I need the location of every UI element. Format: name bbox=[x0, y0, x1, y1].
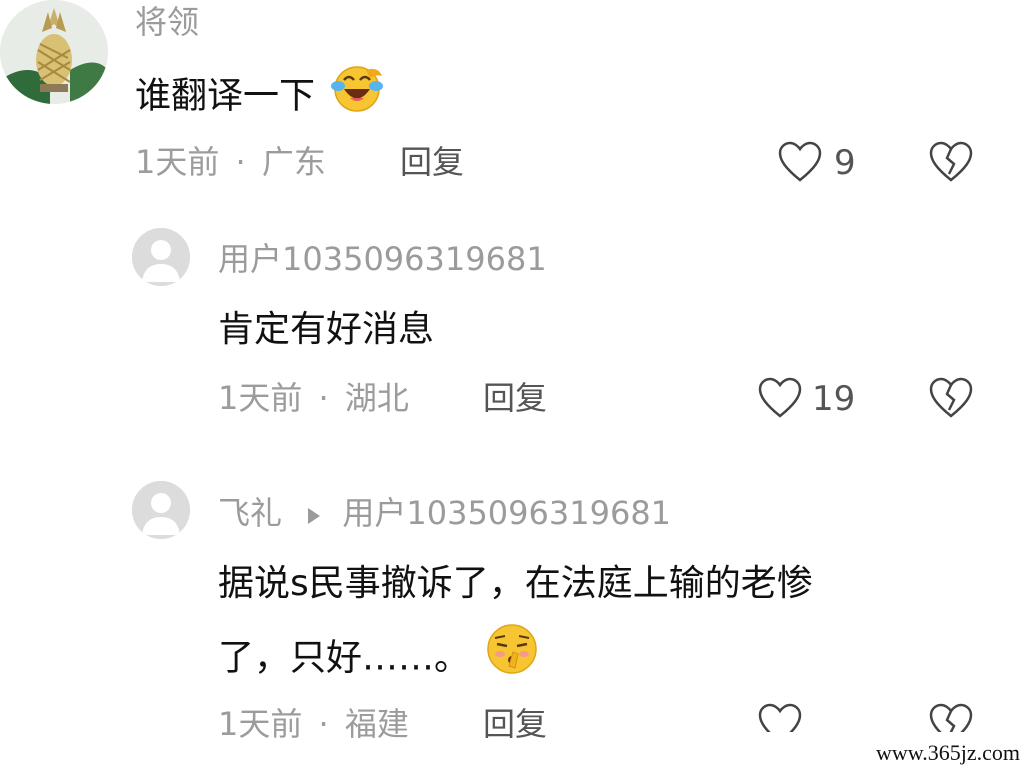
comment-meta: 1天前 · 广东 bbox=[135, 146, 326, 178]
reply-arrow-icon bbox=[306, 499, 322, 531]
comment-text-line2: 了，只好……。 bbox=[218, 624, 541, 683]
reply-button[interactable]: 回复 bbox=[400, 146, 464, 178]
timestamp: 1天前 bbox=[135, 143, 220, 181]
like-button[interactable] bbox=[757, 376, 803, 424]
broken-heart-icon bbox=[929, 377, 973, 418]
location: 福建 bbox=[344, 705, 409, 743]
reply-header: 飞礼 用户1035096319681 bbox=[218, 497, 671, 531]
comment-text-content: 谁翻译一下 bbox=[135, 75, 316, 117]
timestamp: 1天前 bbox=[218, 379, 303, 417]
location: 广东 bbox=[261, 143, 326, 181]
avatar[interactable] bbox=[132, 481, 190, 539]
comment-text: 谁翻译一下 bbox=[135, 66, 386, 119]
like-button[interactable] bbox=[777, 140, 823, 188]
username[interactable]: 用户1035096319681 bbox=[218, 243, 547, 275]
reply-button[interactable]: 回复 bbox=[483, 382, 547, 414]
heart-outline-icon bbox=[778, 141, 822, 182]
separator-dot: · bbox=[235, 143, 246, 181]
comment-meta: 1天前 · 福建 bbox=[218, 708, 409, 740]
shushing-emoji-icon bbox=[483, 622, 541, 683]
pineapple-avatar-image bbox=[0, 0, 108, 104]
timestamp: 1天前 bbox=[218, 705, 303, 743]
broken-heart-icon bbox=[929, 703, 973, 732]
broken-heart-icon bbox=[929, 141, 973, 182]
separator-dot: · bbox=[318, 705, 329, 743]
reply-to-username[interactable]: 用户1035096319681 bbox=[342, 494, 671, 532]
like-count: 19 bbox=[812, 379, 856, 419]
dislike-button[interactable] bbox=[928, 140, 974, 188]
laughing-crying-emoji-icon bbox=[328, 62, 386, 119]
avatar[interactable] bbox=[0, 0, 108, 104]
dislike-button[interactable] bbox=[928, 376, 974, 424]
watermark: www.365jz.com bbox=[872, 738, 1024, 768]
username[interactable]: 飞礼 bbox=[218, 494, 282, 532]
default-avatar-icon bbox=[132, 228, 190, 286]
heart-outline-icon bbox=[758, 703, 802, 732]
location: 湖北 bbox=[344, 379, 409, 417]
comment-text-content: 了，只好……。 bbox=[218, 637, 471, 679]
avatar[interactable] bbox=[132, 228, 190, 286]
separator-dot: · bbox=[318, 379, 329, 417]
comment-meta: 1天前 · 湖北 bbox=[218, 382, 409, 414]
like-button[interactable] bbox=[757, 702, 803, 732]
heart-outline-icon bbox=[758, 377, 802, 418]
comment-text: 肯定有好消息 bbox=[218, 309, 435, 350]
default-avatar-icon bbox=[132, 481, 190, 539]
comment-text-line1: 据说s民事撤诉了，在法庭上输的老惨 bbox=[218, 563, 813, 604]
like-count: 9 bbox=[834, 143, 856, 183]
dislike-button[interactable] bbox=[928, 702, 974, 732]
reply-button[interactable]: 回复 bbox=[483, 708, 547, 740]
username[interactable]: 将领 bbox=[135, 6, 199, 38]
